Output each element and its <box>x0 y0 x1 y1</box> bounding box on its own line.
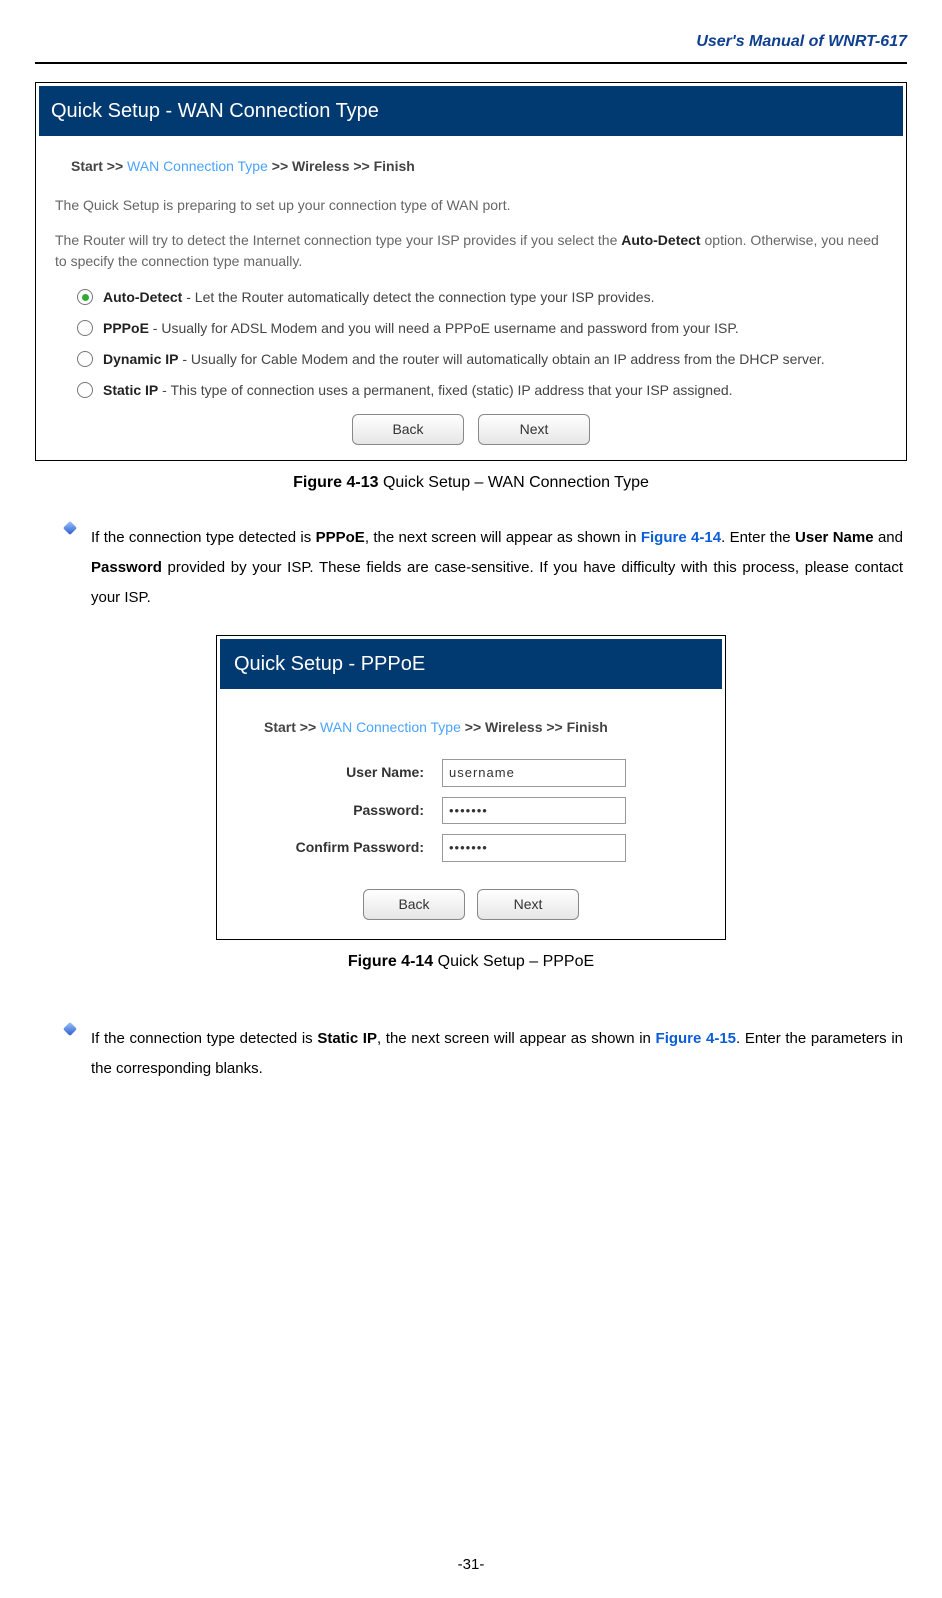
panel-body: Start >> WAN Connection Type >> Wireless… <box>39 136 903 457</box>
opt-name: PPPoE <box>103 320 149 336</box>
opt-desc: - Let the Router automatically detect th… <box>182 289 654 305</box>
paragraph-static-ip: If the connection type detected is Stati… <box>65 1024 903 1084</box>
opt-desc: - Usually for Cable Modem and the router… <box>178 351 824 367</box>
opt-name: Auto-Detect <box>103 289 182 305</box>
option-auto-detect[interactable]: Auto-Detect - Let the Router automatical… <box>53 282 889 313</box>
fig-num: Figure 4-14 <box>348 953 433 970</box>
t2a: The Router will try to detect the Intern… <box>55 232 621 248</box>
back-button[interactable]: Back <box>363 889 465 920</box>
p-bold: User Name <box>795 529 874 546</box>
diamond-bullet-icon <box>63 1022 77 1036</box>
row-username: User Name: username <box>234 754 708 792</box>
opt-name: Static IP <box>103 382 158 398</box>
row-confirm: Confirm Password: ••••••• <box>234 829 708 867</box>
figure-ref[interactable]: Figure 4-14 <box>641 529 721 546</box>
password-field[interactable]: ••••••• <box>442 797 626 825</box>
option-pppoe[interactable]: PPPoE - Usually for ADSL Modem and you w… <box>53 313 889 344</box>
figure-caption-1: Figure 4-13 Quick Setup – WAN Connection… <box>35 471 907 495</box>
next-button[interactable]: Next <box>478 414 590 445</box>
p-seg: . Enter the <box>721 529 795 546</box>
bc-rest: >> Wireless >> Finish <box>268 158 415 174</box>
figure-caption-2: Figure 4-14 Quick Setup – PPPoE <box>35 950 907 974</box>
intro-text-1: The Quick Setup is preparing to set up y… <box>53 191 889 226</box>
radio-icon[interactable] <box>77 351 93 367</box>
fig-text: Quick Setup – PPPoE <box>433 953 594 970</box>
p-seg: , the next screen will appear as shown i… <box>377 1030 656 1047</box>
screenshot-wan-type: Quick Setup - WAN Connection Type Start … <box>35 82 907 461</box>
p-seg: If the connection type detected is <box>91 529 316 546</box>
p-seg: If the connection type detected is <box>91 1030 317 1047</box>
p-bold: Static IP <box>317 1030 377 1047</box>
panel-body: Start >> WAN Connection Type >> Wireless… <box>220 689 722 936</box>
opt-desc: - Usually for ADSL Modem and you will ne… <box>149 320 739 336</box>
t2bold: Auto-Detect <box>621 232 700 248</box>
doc-header: User's Manual of WNRT-617 <box>35 30 907 64</box>
panel-title: Quick Setup - WAN Connection Type <box>39 86 903 136</box>
label-password: Password: <box>234 800 442 821</box>
radio-icon[interactable] <box>77 289 93 305</box>
label-confirm: Confirm Password: <box>234 837 442 858</box>
breadcrumb: Start >> WAN Connection Type >> Wireless… <box>234 699 708 754</box>
figure-ref[interactable]: Figure 4-15 <box>656 1030 737 1047</box>
username-field[interactable]: username <box>442 759 626 787</box>
breadcrumb: Start >> WAN Connection Type >> Wireless… <box>53 148 889 191</box>
bc-active: WAN Connection Type <box>320 719 461 735</box>
option-static-ip[interactable]: Static IP - This type of connection uses… <box>53 375 889 406</box>
button-row: Back Next <box>53 406 889 449</box>
confirm-password-field[interactable]: ••••••• <box>442 834 626 862</box>
fig-num: Figure 4-13 <box>293 474 378 491</box>
panel-title: Quick Setup - PPPoE <box>220 639 722 689</box>
radio-icon[interactable] <box>77 382 93 398</box>
opt-name: Dynamic IP <box>103 351 178 367</box>
p-seg: and <box>874 529 903 546</box>
label-username: User Name: <box>234 762 442 783</box>
p-bold: PPPoE <box>316 529 365 546</box>
fig-text: Quick Setup – WAN Connection Type <box>379 474 649 491</box>
radio-icon[interactable] <box>77 320 93 336</box>
paragraph-pppoe: If the connection type detected is PPPoE… <box>65 523 903 613</box>
page-number: -31- <box>0 1554 942 1577</box>
opt-desc: - This type of connection uses a permane… <box>158 382 732 398</box>
option-dynamic-ip[interactable]: Dynamic IP - Usually for Cable Modem and… <box>53 344 889 375</box>
button-row: Back Next <box>234 867 708 928</box>
p-seg: provided by your ISP. These fields are c… <box>91 559 903 606</box>
next-button[interactable]: Next <box>477 889 579 920</box>
bc-start: Start >> <box>264 719 320 735</box>
p-seg: , the next screen will appear as shown i… <box>365 529 641 546</box>
bc-rest: >> Wireless >> Finish <box>461 719 608 735</box>
intro-text-2: The Router will try to detect the Intern… <box>53 226 889 282</box>
diamond-bullet-icon <box>63 521 77 535</box>
bc-active: WAN Connection Type <box>127 158 268 174</box>
bc-start: Start >> <box>71 158 127 174</box>
back-button[interactable]: Back <box>352 414 464 445</box>
p-bold: Password <box>91 559 162 576</box>
row-password: Password: ••••••• <box>234 792 708 830</box>
screenshot-pppoe: Quick Setup - PPPoE Start >> WAN Connect… <box>216 635 726 940</box>
